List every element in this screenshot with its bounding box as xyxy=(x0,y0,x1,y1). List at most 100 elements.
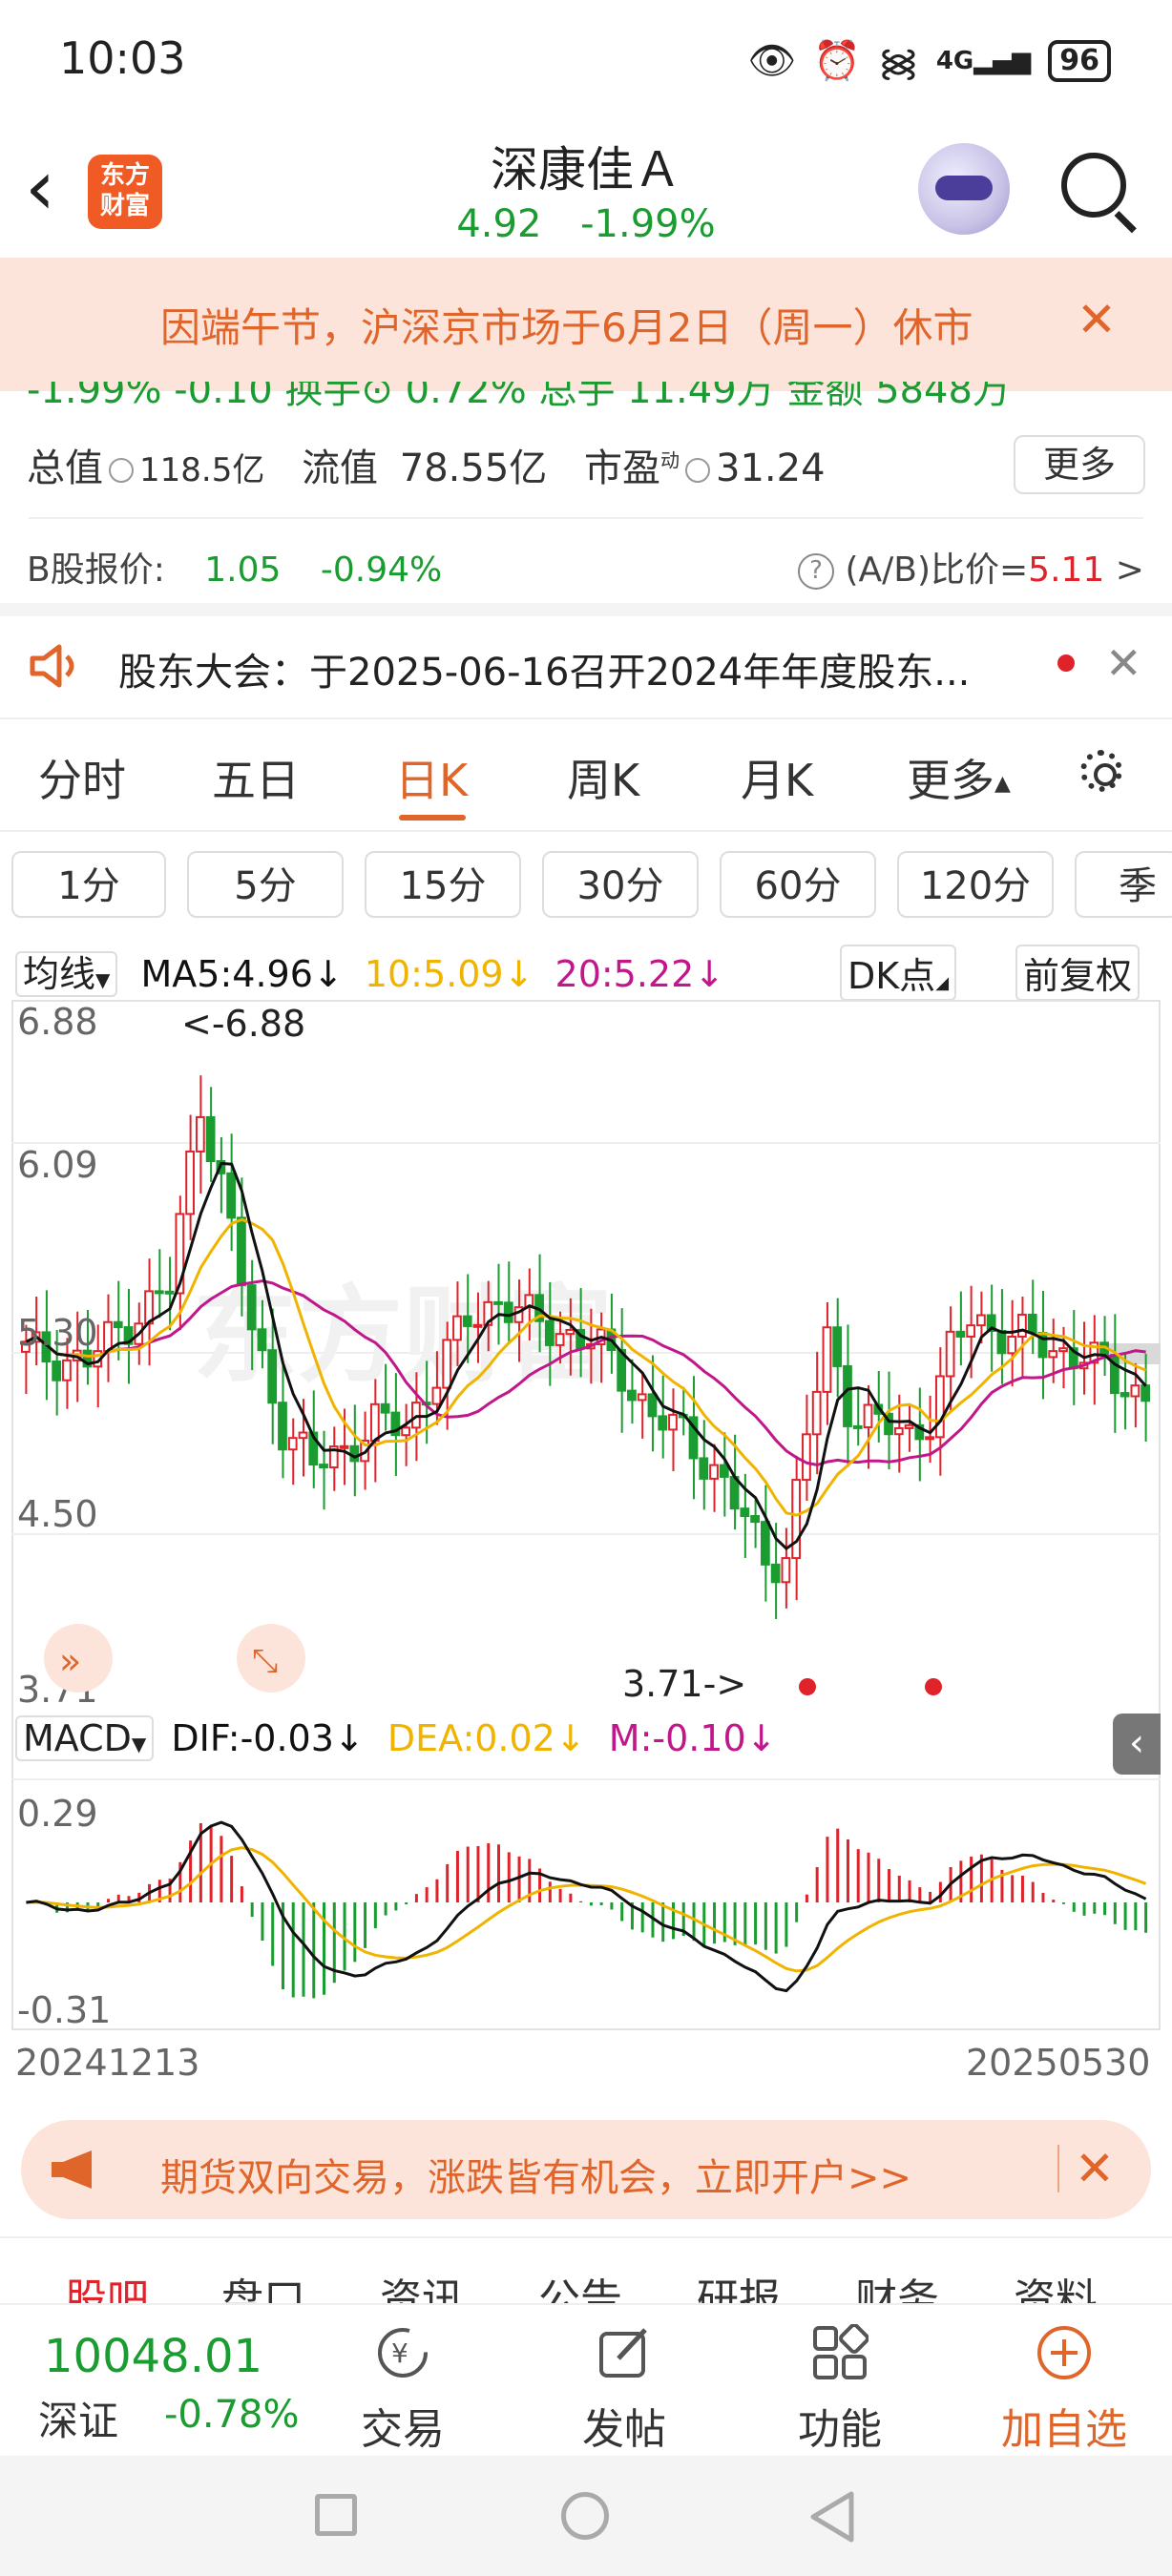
add-watchlist-button[interactable]: 加自选 xyxy=(983,2305,1145,2458)
candle-body xyxy=(781,1557,791,1584)
bshare-change: -0.94% xyxy=(320,551,443,590)
collapse-side-button[interactable]: ‹ xyxy=(1113,1714,1161,1775)
adjust-selector[interactable]: 前复权 xyxy=(1015,945,1141,1001)
candle-body xyxy=(544,1319,555,1346)
candle-body xyxy=(863,1403,873,1428)
candle-body xyxy=(401,1426,411,1437)
dk-point-selector[interactable]: DK点◢ xyxy=(840,945,957,1001)
candle-body xyxy=(1141,1384,1150,1402)
candle-body xyxy=(709,1464,719,1480)
tab-fenshi[interactable]: 分时 xyxy=(38,746,126,809)
total-value: 118.5亿 xyxy=(139,451,265,489)
bshare-price: 1.05 xyxy=(204,551,282,590)
candle-body xyxy=(811,1390,822,1436)
wifi-icon: ᯼ xyxy=(878,41,919,85)
ma-selector-label: 均线 xyxy=(23,953,96,995)
candle-body xyxy=(493,1300,503,1305)
ab-ratio-value: 5.11 xyxy=(1028,551,1105,590)
alarm-icon: ⏰ xyxy=(813,39,861,83)
tab-monthly-k[interactable]: 月K xyxy=(741,746,813,809)
news-tab-announcement[interactable]: 公告 xyxy=(538,2265,622,2303)
news-tab-research[interactable]: 研报 xyxy=(697,2265,781,2303)
edit-icon xyxy=(599,2328,647,2378)
date-start: 20241213 xyxy=(15,2042,200,2084)
close-notice-icon[interactable]: ✕ xyxy=(1105,637,1142,689)
interval-30min[interactable]: 30分 xyxy=(542,851,699,918)
back-nav-button[interactable] xyxy=(807,2490,857,2544)
stats-partial-text: -1.99% -0.10 换手⊙ 0.72% 总手 11.49万 金额 5848… xyxy=(27,382,1011,410)
candle-body xyxy=(1130,1384,1141,1398)
dif-value: DIF:-0.03↓ xyxy=(171,1717,365,1759)
news-tab-profile[interactable]: 资料 xyxy=(1014,2265,1098,2303)
candle-body xyxy=(627,1389,637,1402)
stock-price: 4.92 xyxy=(456,202,542,246)
ma-selector[interactable]: 均线▼ xyxy=(15,951,118,997)
recents-button[interactable] xyxy=(315,2494,357,2536)
battery-icon: 96 xyxy=(1048,39,1111,82)
interval-120min[interactable]: 120分 xyxy=(897,851,1054,918)
notice-text: 股东大会：于2025-06-16召开2024年年度股东... xyxy=(118,651,971,695)
ab-ratio[interactable]: ? (A/B)比价=5.11 > xyxy=(798,542,1144,592)
news-tab-pankou[interactable]: 盘口 xyxy=(221,2265,305,2303)
functions-button[interactable]: 功能 xyxy=(764,2305,916,2458)
bottom-toolbar: 10048.01 深证 -0.78% ¥ 交易 发帖 功能 加自选 xyxy=(0,2303,1172,2458)
notice-row[interactable]: 股东大会：于2025-06-16召开2024年年度股东... ✕ xyxy=(0,616,1172,717)
active-tab-indicator xyxy=(399,815,466,821)
ma5-value: MA5:4.96↓ xyxy=(140,953,344,995)
assistant-robot-icon[interactable] xyxy=(918,143,1010,235)
interval-60min[interactable]: 60分 xyxy=(720,851,876,918)
candle-body xyxy=(555,1333,565,1346)
trade-icon: ¥ xyxy=(378,2328,428,2378)
futures-ad-banner[interactable]: 期货双向交易，涨跌皆有机会，立即开户>> ✕ xyxy=(21,2120,1151,2219)
index-value[interactable]: 10048.01 xyxy=(44,2330,262,2383)
dif-text: DIF:-0.03 xyxy=(171,1717,334,1759)
home-button[interactable] xyxy=(561,2492,609,2540)
kline-chart[interactable]: 东方财富 6.88 6.09 5.30 4.50 3.71 <-6.88 3.7… xyxy=(11,1000,1161,1706)
info-icon[interactable] xyxy=(685,458,711,483)
stats-partial-row: -1.99% -0.10 换手⊙ 0.72% 总手 11.49万 金额 5848… xyxy=(27,382,1172,410)
info-icon[interactable] xyxy=(109,458,134,483)
interval-15min[interactable]: 15分 xyxy=(365,851,521,918)
add-circle-icon xyxy=(1037,2326,1091,2379)
search-icon[interactable] xyxy=(1061,153,1126,218)
megaphone-icon xyxy=(52,2150,92,2189)
more-stats-button[interactable]: 更多 xyxy=(1014,435,1145,494)
close-icon[interactable]: ✕ xyxy=(1077,292,1117,347)
candle-body xyxy=(750,1515,760,1524)
candle-body xyxy=(802,1433,811,1482)
candle-body xyxy=(503,1301,513,1323)
tab-weekly-k[interactable]: 周K xyxy=(567,746,639,809)
interval-quarter-k[interactable]: 季K xyxy=(1075,851,1172,918)
candle-body xyxy=(1007,1336,1017,1355)
news-tab-finance[interactable]: 财务 xyxy=(855,2265,939,2303)
tab-wuri[interactable]: 五日 xyxy=(212,746,300,809)
gear-icon[interactable] xyxy=(1080,750,1122,792)
news-tab-news[interactable]: 资讯 xyxy=(380,2265,464,2303)
candle-body xyxy=(832,1326,843,1367)
post-button[interactable]: 发帖 xyxy=(548,2305,701,2458)
candle-body xyxy=(339,1444,349,1449)
divider xyxy=(29,517,1143,519)
close-ad-icon[interactable]: ✕ xyxy=(1075,2141,1115,2196)
dropdown-icon: ▼ xyxy=(95,968,111,991)
macd-selector[interactable]: MACD▼ xyxy=(15,1715,155,1761)
corner-icon: ◢ xyxy=(935,973,950,993)
tab-daily-k[interactable]: 日K xyxy=(395,746,468,809)
ab-ratio-arrow: > xyxy=(1115,551,1144,590)
holiday-banner[interactable]: 因端午节，沪深京市场于6月2日（周一）休市 ✕ xyxy=(0,258,1172,391)
tab-more[interactable]: 更多▲ xyxy=(907,746,1011,809)
banner-text: 因端午节，沪深京市场于6月2日（周一）休市 xyxy=(160,304,973,351)
macd-chart[interactable]: 0.29 -0.31 xyxy=(11,1778,1161,2030)
news-tab-guba[interactable]: 股吧 xyxy=(65,2265,149,2303)
candle-body xyxy=(647,1393,658,1418)
trade-button[interactable]: ¥ 交易 xyxy=(326,2305,479,2458)
candle-body xyxy=(278,1402,287,1451)
signal-icon: 4G▂▄▆ xyxy=(935,46,1032,75)
event-dot xyxy=(925,1678,942,1695)
interval-5min[interactable]: 5分 xyxy=(187,851,344,918)
pe-label: 市盈 xyxy=(584,447,661,490)
interval-1min[interactable]: 1分 xyxy=(11,851,166,918)
status-icons: 👁 ⏰ ᯼ 4G▂▄▆ 96 xyxy=(747,34,1111,87)
dea-line xyxy=(26,1846,1147,1973)
float-value: 78.55亿 xyxy=(399,447,548,490)
